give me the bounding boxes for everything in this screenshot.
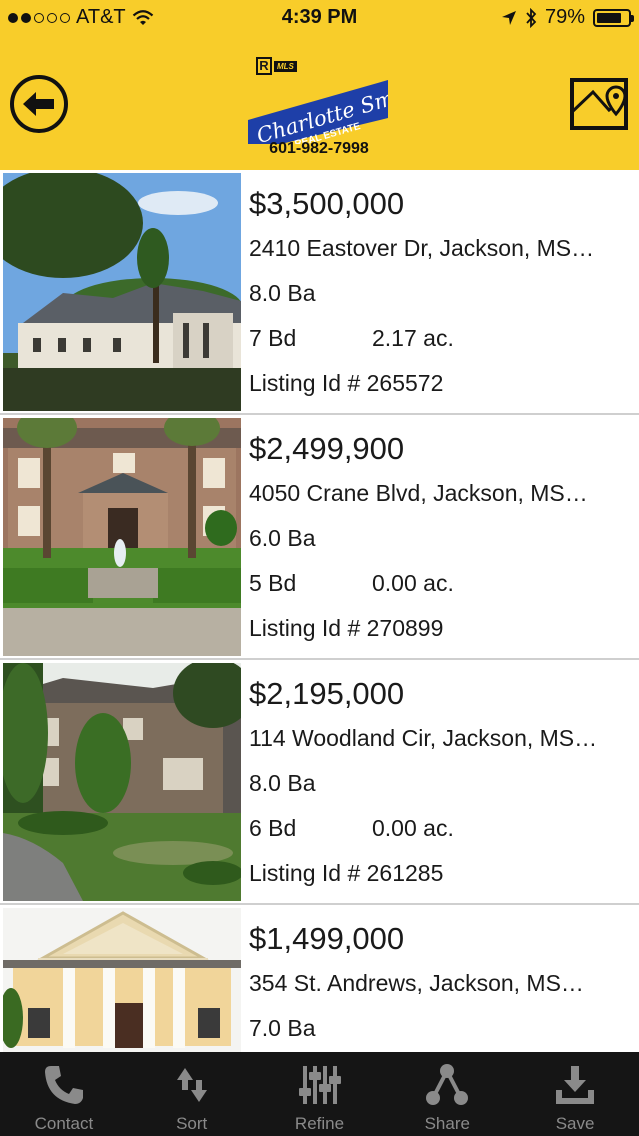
listing-photo[interactable] <box>3 418 241 656</box>
download-icon <box>556 1066 595 1104</box>
listing-card[interactable]: $2,499,900 4050 Crane Blvd, Jackson, MS…… <box>0 415 639 660</box>
brand-logo: R MLS Charlotte Smith REAL ESTATE 601-98… <box>246 54 392 162</box>
listing-baths: 8.0 Ba <box>249 770 316 796</box>
listing-card[interactable]: $3,500,000 2410 Eastover Dr, Jackson, MS… <box>0 170 639 415</box>
tab-contact[interactable]: Contact <box>0 1052 128 1136</box>
location-arrow-icon <box>501 10 516 25</box>
tab-share[interactable]: Share <box>383 1052 511 1136</box>
listing-photo[interactable] <box>3 908 241 1052</box>
tab-contact-label: Contact <box>34 1114 94 1133</box>
listing-address: 4050 Crane Blvd, Jackson, MS… <box>249 480 588 506</box>
listing-baths: 7.0 Ba <box>249 1015 316 1041</box>
listing-card[interactable]: $1,499,000 354 St. Andrews, Jackson, MS…… <box>0 905 639 1052</box>
tab-save-label: Save <box>555 1114 595 1133</box>
listing-info: $3,500,000 2410 Eastover Dr, Jackson, MS… <box>249 182 635 406</box>
listing-address: 2410 Eastover Dr, Jackson, MS… <box>249 235 595 261</box>
tab-share-label: Share <box>424 1114 470 1133</box>
listing-id: Listing Id # 265572 <box>249 370 444 396</box>
mls-label: MLS <box>274 60 297 72</box>
status-bar: AT&T 4:39 PM 79% <box>0 0 639 36</box>
listing-id: Listing Id # 261285 <box>249 860 444 886</box>
listing-beds-acres: 6 Bd 0.00 ac. <box>249 806 635 851</box>
listing-acres: 0.00 ac. <box>372 570 454 596</box>
phone-icon <box>44 1066 83 1104</box>
logo-banner: Charlotte Smith REAL ESTATE <box>248 80 388 144</box>
listing-info: $2,499,900 4050 Crane Blvd, Jackson, MS…… <box>249 427 635 651</box>
listing-price: $2,499,900 <box>249 431 405 466</box>
listing-beds-acres: 7 Bd 2.17 ac. <box>249 316 635 361</box>
header-bar: AT&T 4:39 PM 79% R MLS Charlotte Smith R… <box>0 0 639 170</box>
listing-photo[interactable] <box>3 663 241 901</box>
listing-info: $1,499,000 354 St. Andrews, Jackson, MS…… <box>249 917 635 1051</box>
listing-price: $2,195,000 <box>249 676 405 711</box>
bottom-tab-bar: Contact Sort Refine Share Save <box>0 1052 639 1136</box>
listing-address: 114 Woodland Cir, Jackson, MS… <box>249 725 598 751</box>
listing-baths: 8.0 Ba <box>249 280 316 306</box>
battery-icon <box>593 8 634 27</box>
tab-sort[interactable]: Sort <box>128 1052 256 1136</box>
logo-phone[interactable]: 601-982-7998 <box>246 140 392 158</box>
listing-beds: 5 Bd <box>249 570 297 596</box>
listing-info: $2,195,000 114 Woodland Cir, Jackson, MS… <box>249 672 635 896</box>
listing-id: Listing Id # 270899 <box>249 615 444 641</box>
tab-sort-label: Sort <box>176 1114 208 1133</box>
sliders-icon <box>299 1066 342 1104</box>
listing-photo[interactable] <box>3 173 241 411</box>
listing-price: $3,500,000 <box>249 186 405 221</box>
bluetooth-icon <box>526 7 537 28</box>
status-right: 79% <box>501 6 634 29</box>
listing-beds: 7 Bd <box>249 325 297 351</box>
tab-save[interactable]: Save <box>511 1052 639 1136</box>
tab-refine[interactable]: Refine <box>256 1052 384 1136</box>
map-pin-icon <box>570 78 628 130</box>
listing-address: 354 St. Andrews, Jackson, MS… <box>249 970 584 996</box>
mls-badge: R MLS <box>256 56 297 76</box>
listing-beds-acres: 5 Bd 0.00 ac. <box>249 561 635 606</box>
listing-baths: 6.0 Ba <box>249 525 316 551</box>
listing-list[interactable]: $3,500,000 2410 Eastover Dr, Jackson, MS… <box>0 170 639 1052</box>
share-icon <box>426 1064 469 1105</box>
sort-arrows-icon <box>176 1068 207 1102</box>
listing-card[interactable]: $2,195,000 114 Woodland Cir, Jackson, MS… <box>0 660 639 905</box>
listing-beds: 6 Bd <box>249 815 297 841</box>
map-view-button[interactable] <box>569 72 629 132</box>
battery-percent: 79% <box>544 6 585 28</box>
realtor-r-icon: R <box>256 57 272 75</box>
arrow-left-icon <box>23 92 54 116</box>
listing-acres: 2.17 ac. <box>372 325 454 351</box>
listing-price: $1,499,000 <box>249 921 405 956</box>
back-button[interactable] <box>10 75 68 133</box>
listing-acres: 0.00 ac. <box>372 815 454 841</box>
tab-refine-label: Refine <box>294 1114 345 1133</box>
